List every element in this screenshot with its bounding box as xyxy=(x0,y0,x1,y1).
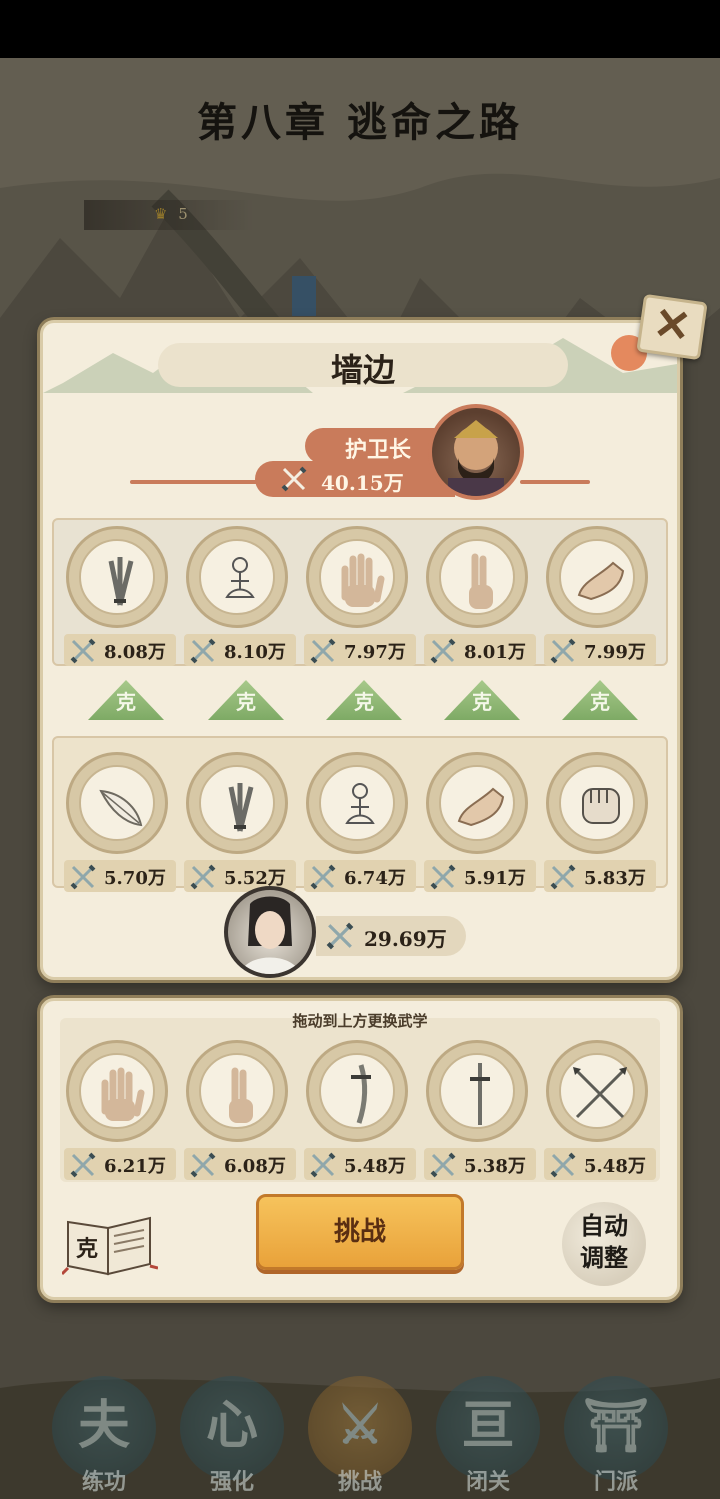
bag-skill-slot[interactable]: 5.48万 xyxy=(304,1040,416,1180)
crossed-swords-icon xyxy=(190,864,216,890)
bag-skill-slot[interactable]: 6.21万 xyxy=(64,1040,176,1180)
hero-power: 29.69万 xyxy=(316,916,466,956)
palm-icon xyxy=(101,1067,145,1121)
bag-skill-slot[interactable]: 5.38万 xyxy=(424,1040,536,1180)
shoe-icon xyxy=(577,561,625,601)
crossed-swords-icon xyxy=(190,638,216,664)
my-skill-slot[interactable]: 5.52万 xyxy=(184,752,296,892)
nav-label: 闭关 xyxy=(465,1469,510,1495)
enemy-skill-slot[interactable]: 7.97万 xyxy=(304,526,416,666)
crossed-swords-icon xyxy=(70,864,96,890)
auto-adjust-label-line1: 自动 xyxy=(580,1211,628,1240)
boss-power: 40.15万 xyxy=(255,461,455,497)
nav-label: 练功 xyxy=(81,1469,126,1495)
banner-line-right xyxy=(520,480,590,484)
crossed-swords-icon xyxy=(430,1152,456,1178)
skill-power-value: 5.38万 xyxy=(464,1156,526,1177)
nav-label: 挑战 xyxy=(337,1469,382,1495)
auto-adjust-button[interactable]: 自动 调整 xyxy=(562,1202,646,1286)
crossed-swords-icon xyxy=(550,638,576,664)
stage-title: 墙边 xyxy=(330,351,395,389)
fist-icon xyxy=(582,788,620,824)
crossed-swords-icon xyxy=(310,864,336,890)
enemy-skill-slot[interactable]: 8.08万 xyxy=(64,526,176,666)
crossed-swords-icon xyxy=(310,1152,336,1178)
nav-item-sect[interactable]: ⛩ 门派 xyxy=(560,1376,672,1495)
bag-skill-slot[interactable]: 5.48万 xyxy=(544,1040,656,1180)
nav-label: 强化 xyxy=(209,1469,254,1495)
my-skill-slot[interactable]: 5.91万 xyxy=(424,752,536,892)
skill-power-value: 6.21万 xyxy=(104,1156,166,1177)
crossed-spears-icon xyxy=(573,1067,627,1119)
crossed-swords-icon xyxy=(326,922,354,950)
meditation-icon xyxy=(345,783,375,824)
crossed-swords-icon xyxy=(281,466,307,492)
crossed-swords-icon xyxy=(430,864,456,890)
enemy-skill-slot[interactable]: 7.99万 xyxy=(544,526,656,666)
skill-power-value: 8.01万 xyxy=(464,642,526,663)
enemy-skill-slot[interactable]: 8.10万 xyxy=(184,526,296,666)
enemy-skill-slot[interactable]: 8.01万 xyxy=(424,526,536,666)
my-skill-slot[interactable]: 6.74万 xyxy=(304,752,416,892)
bottom-nav: 夫 练功 心 强化 ⚔ 挑战 亘 闭关 ⛩ 门派 xyxy=(0,1370,720,1499)
skill-power-value: 7.97万 xyxy=(344,642,406,663)
skill-power-value: 8.10万 xyxy=(224,642,286,663)
nav-item-seclusion[interactable]: 亘 闭关 xyxy=(432,1376,544,1495)
daggers-icon xyxy=(108,557,134,606)
skill-power-value: 6.08万 xyxy=(224,1156,286,1177)
skill-power-value: 8.08万 xyxy=(104,642,166,663)
crossed-swords-icon xyxy=(70,638,96,664)
finger-icon xyxy=(229,1067,253,1123)
crossed-swords-icon xyxy=(310,638,336,664)
crossed-swords-icon xyxy=(550,864,576,890)
skill-power-value: 5.48万 xyxy=(344,1156,406,1177)
crossed-swords-icon xyxy=(430,638,456,664)
sword-icon xyxy=(470,1063,490,1125)
skill-power-value: 5.91万 xyxy=(464,868,526,889)
drag-hint: 拖动到上方更换武学 xyxy=(292,1012,428,1030)
my-skill-slot[interactable]: 5.83万 xyxy=(544,752,656,892)
skill-power-value: 5.83万 xyxy=(584,868,646,889)
crossed-swords-icon xyxy=(190,1152,216,1178)
boss-avatar[interactable] xyxy=(428,404,524,500)
my-skill-slot[interactable]: 5.70万 xyxy=(64,752,176,892)
challenge-button[interactable]: 挑战 xyxy=(256,1194,464,1270)
hero-avatar[interactable] xyxy=(224,886,316,978)
hero-power-value: 29.69万 xyxy=(364,927,447,951)
counter-book-button[interactable]: 克 xyxy=(60,1208,159,1278)
daggers-icon xyxy=(228,783,254,832)
auto-adjust-label-line2: 调整 xyxy=(580,1243,628,1272)
skill-power-value: 5.70万 xyxy=(104,868,166,889)
close-icon: ✕ xyxy=(650,297,695,354)
nav-item-practice[interactable]: 夫 练功 xyxy=(48,1376,160,1495)
nav-label: 门派 xyxy=(593,1469,638,1495)
crossed-swords-icon xyxy=(70,1152,96,1178)
book-icon: 克 xyxy=(60,1216,159,1276)
skill-power-value: 7.99万 xyxy=(584,642,646,663)
feather-icon xyxy=(99,789,143,827)
bag-skill-slot[interactable]: 6.08万 xyxy=(184,1040,296,1180)
nav-item-enhance[interactable]: 心 强化 xyxy=(176,1376,288,1495)
boss-power-value: 40.15万 xyxy=(321,471,404,495)
crossed-swords-icon xyxy=(550,1152,576,1178)
status-bar xyxy=(0,0,720,58)
svg-text:克: 克 xyxy=(76,1236,98,1262)
skill-power-value: 6.74万 xyxy=(344,868,406,889)
meditation-icon xyxy=(225,557,255,598)
close-button[interactable]: ✕ xyxy=(636,293,708,361)
saber-icon xyxy=(351,1064,371,1124)
finger-icon xyxy=(469,553,493,609)
skill-power-value: 5.48万 xyxy=(584,1156,646,1177)
palm-icon xyxy=(341,553,385,607)
nav-item-challenge[interactable]: ⚔ 挑战 xyxy=(304,1376,416,1495)
shoe-icon xyxy=(457,787,505,827)
